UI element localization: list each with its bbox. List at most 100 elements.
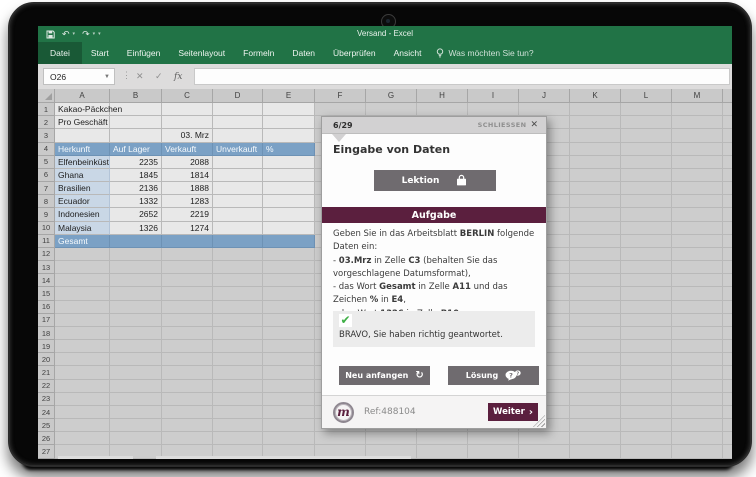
- cell-M15[interactable]: [672, 287, 723, 301]
- cell-B2[interactable]: [110, 116, 162, 130]
- cell-M13[interactable]: [672, 261, 723, 275]
- cell-E16[interactable]: [263, 300, 315, 314]
- cell-M6[interactable]: [672, 168, 723, 183]
- cell-K8[interactable]: [570, 195, 621, 209]
- dialog-drag-bar[interactable]: 6/29 SCHLIESSEN ✕: [322, 117, 546, 134]
- cell-B12[interactable]: [110, 247, 162, 262]
- cell-M21[interactable]: [672, 366, 723, 380]
- cell-D5[interactable]: [213, 155, 263, 169]
- cell-B10[interactable]: 1326: [110, 221, 162, 235]
- ribbon-tab-berprfen[interactable]: Überprüfen: [324, 42, 385, 64]
- cell-E5[interactable]: [263, 155, 315, 169]
- cell-M14[interactable]: [672, 274, 723, 288]
- cell-I27[interactable]: [468, 445, 519, 459]
- cell-L23[interactable]: [621, 392, 672, 406]
- cell-M12[interactable]: [672, 247, 723, 262]
- cell-M8[interactable]: [672, 195, 723, 209]
- cell-C4[interactable]: Verkauft: [162, 142, 213, 156]
- cell-C25[interactable]: [162, 419, 213, 433]
- close-button[interactable]: SCHLIESSEN ✕: [478, 120, 538, 130]
- cell-B3[interactable]: [110, 129, 162, 143]
- formula-input[interactable]: [194, 68, 730, 85]
- cell-M4[interactable]: [672, 142, 723, 156]
- row-header-13[interactable]: 13: [38, 261, 55, 275]
- cell-C15[interactable]: [162, 287, 213, 301]
- cell-E26[interactable]: [263, 432, 315, 446]
- cell-A9[interactable]: Indonesien: [55, 208, 110, 222]
- cell-E2[interactable]: [263, 116, 315, 130]
- cell-L26[interactable]: [621, 432, 672, 446]
- cell-I26[interactable]: [468, 432, 519, 446]
- cell-E7[interactable]: [263, 182, 315, 196]
- cell-D4[interactable]: Unverkauft: [213, 142, 263, 156]
- cell-C23[interactable]: [162, 392, 213, 406]
- cell-D13[interactable]: [213, 261, 263, 275]
- cell-A8[interactable]: Ecuador: [55, 195, 110, 209]
- cell-L6[interactable]: [621, 168, 672, 183]
- cell-L27[interactable]: [621, 445, 672, 459]
- col-header-D[interactable]: D: [213, 89, 263, 103]
- cell-M18[interactable]: [672, 326, 723, 341]
- row-header-17[interactable]: 17: [38, 313, 55, 327]
- cell-M10[interactable]: [672, 221, 723, 235]
- cell-A26[interactable]: [55, 432, 110, 446]
- col-header-A[interactable]: A: [55, 89, 110, 103]
- cancel-entry-icon[interactable]: ✕: [136, 68, 144, 85]
- cell-K18[interactable]: [570, 326, 621, 341]
- cell-K3[interactable]: [570, 129, 621, 143]
- row-header-8[interactable]: 8: [38, 195, 55, 209]
- cell-A10[interactable]: Malaysia: [55, 221, 110, 235]
- cell-K22[interactable]: [570, 379, 621, 393]
- cell-K6[interactable]: [570, 168, 621, 183]
- cell-E22[interactable]: [263, 379, 315, 393]
- col-header-K[interactable]: K: [570, 89, 621, 103]
- cell-A2[interactable]: Pro Geschäft: [55, 116, 110, 130]
- cell-L16[interactable]: [621, 300, 672, 314]
- cell-K25[interactable]: [570, 419, 621, 433]
- cell-M7[interactable]: [672, 182, 723, 196]
- cell-E9[interactable]: [263, 208, 315, 222]
- cell-B15[interactable]: [110, 287, 162, 301]
- row-header-27[interactable]: 27: [38, 445, 55, 459]
- cell-D18[interactable]: [213, 326, 263, 341]
- cell-B20[interactable]: [110, 353, 162, 367]
- cell-K10[interactable]: [570, 221, 621, 235]
- cell-E14[interactable]: [263, 274, 315, 288]
- cell-A1[interactable]: Kakao-Päckchen: [55, 103, 122, 117]
- cell-C26[interactable]: [162, 432, 213, 446]
- cell-K21[interactable]: [570, 366, 621, 380]
- cell-B14[interactable]: [110, 274, 162, 288]
- cell-M9[interactable]: [672, 208, 723, 222]
- cell-C21[interactable]: [162, 366, 213, 380]
- cell-A6[interactable]: Ghana: [55, 168, 110, 183]
- cell-A24[interactable]: [55, 405, 110, 420]
- cell-E6[interactable]: [263, 168, 315, 183]
- cell-C17[interactable]: [162, 313, 213, 327]
- cell-K7[interactable]: [570, 182, 621, 196]
- cell-E19[interactable]: [263, 340, 315, 354]
- cell-A21[interactable]: [55, 366, 110, 380]
- row-header-23[interactable]: 23: [38, 392, 55, 406]
- cell-C24[interactable]: [162, 405, 213, 420]
- cell-M26[interactable]: [672, 432, 723, 446]
- cell-D3[interactable]: [213, 129, 263, 143]
- cell-L12[interactable]: [621, 247, 672, 262]
- row-header-4[interactable]: 4: [38, 142, 55, 156]
- cell-A5[interactable]: Elfenbeinküste: [55, 155, 110, 169]
- cell-E25[interactable]: [263, 419, 315, 433]
- row-header-7[interactable]: 7: [38, 182, 55, 196]
- cell-K24[interactable]: [570, 405, 621, 420]
- cell-A16[interactable]: [55, 300, 110, 314]
- name-box-dropdown-icon[interactable]: ▼: [104, 74, 114, 80]
- row-header-20[interactable]: 20: [38, 353, 55, 367]
- cell-K16[interactable]: [570, 300, 621, 314]
- cell-A14[interactable]: [55, 274, 110, 288]
- cell-A18[interactable]: [55, 326, 110, 341]
- cell-L17[interactable]: [621, 313, 672, 327]
- row-header-18[interactable]: 18: [38, 326, 55, 341]
- cell-H27[interactable]: [417, 445, 468, 459]
- cell-C9[interactable]: 2219: [162, 208, 213, 222]
- cell-A19[interactable]: [55, 340, 110, 354]
- cell-E1[interactable]: [263, 103, 315, 117]
- cell-L10[interactable]: [621, 221, 672, 235]
